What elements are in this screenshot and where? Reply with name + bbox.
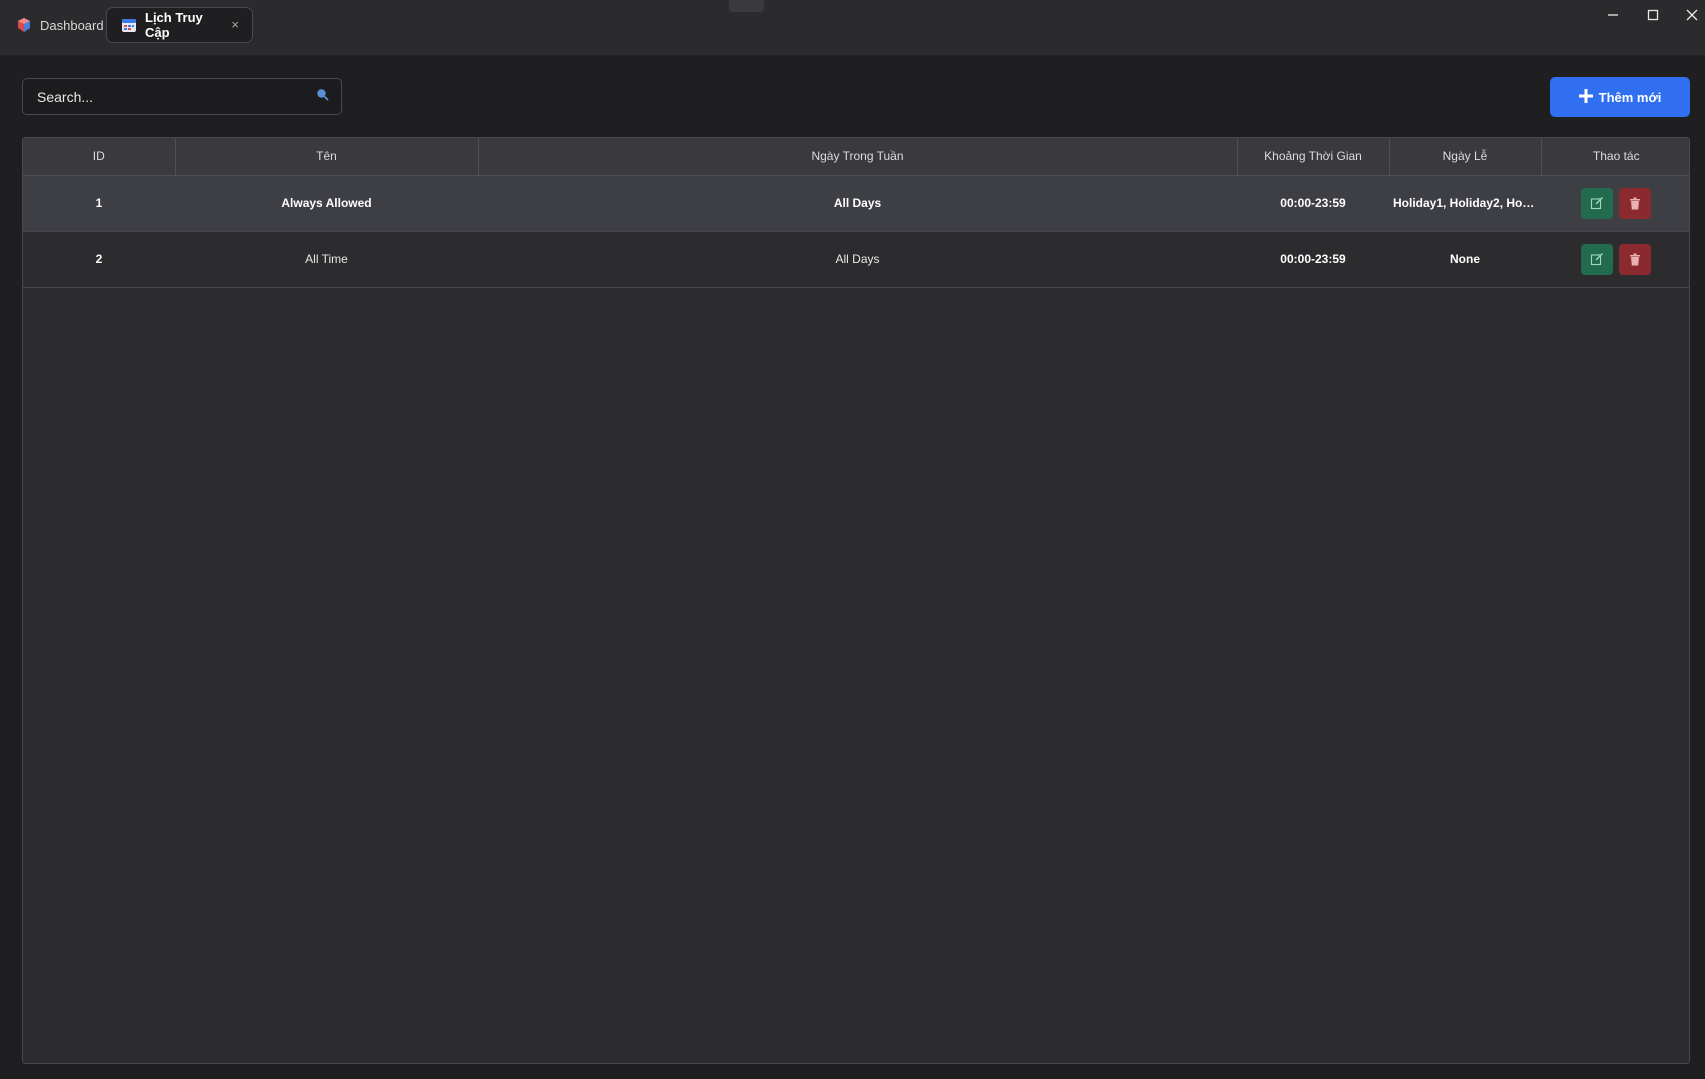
edit-icon — [1590, 253, 1603, 266]
close-icon — [1686, 9, 1698, 21]
cell-weekdays: All Days — [835, 252, 880, 266]
cell-actions — [1541, 175, 1689, 231]
tab-dashboard-label: Dashboard — [40, 17, 104, 33]
app-logo-icon — [16, 17, 32, 33]
column-header-name[interactable]: Tên — [175, 138, 479, 176]
trash-icon — [1630, 253, 1640, 265]
column-header-id[interactable]: ID — [23, 138, 176, 176]
search-box — [22, 78, 342, 115]
column-header-holidays[interactable]: Ngày Lễ — [1389, 138, 1542, 176]
column-header-weekdays[interactable]: Ngày Trong Tuần — [478, 138, 1238, 176]
tab-lich-truy-cap[interactable]: Lịch Truy Cập × — [106, 7, 253, 43]
trash-icon — [1630, 197, 1640, 209]
maximize-button[interactable] — [1638, 4, 1668, 26]
cell-name: All Time — [305, 252, 348, 266]
plus-icon — [1578, 88, 1593, 106]
edit-icon — [1590, 197, 1603, 210]
add-new-button[interactable]: Thêm mới — [1550, 77, 1690, 117]
delete-button[interactable] — [1619, 243, 1651, 275]
cell-time-range: 00:00-23:59 — [1280, 252, 1346, 266]
cell-weekdays: All Days — [833, 196, 882, 210]
search-input[interactable] — [37, 88, 316, 105]
column-header-time-range[interactable]: Khoảng Thời Gian — [1237, 138, 1390, 176]
title-bar: Dashboard Lịch Truy Cập × — [0, 0, 1705, 56]
delete-button[interactable] — [1619, 187, 1651, 219]
table-row[interactable]: 2 All Time All Days 00:00-23:59 None — [23, 231, 1689, 287]
cell-holidays: Holiday1, Holiday2, Holid... — [1393, 196, 1541, 210]
minimize-button[interactable] — [1598, 4, 1628, 26]
tab-dashboard[interactable]: Dashboard — [12, 7, 112, 43]
search-icon[interactable] — [316, 88, 329, 106]
close-window-button[interactable] — [1677, 4, 1705, 26]
table-row[interactable]: 1 Always Allowed All Days 00:00-23:59 Ho… — [23, 175, 1689, 231]
schedule-table: ID Tên Ngày Trong Tuần Khoảng Thời Gian … — [22, 137, 1690, 1064]
cell-holidays: None — [1450, 252, 1480, 266]
minimize-icon — [1608, 14, 1618, 16]
add-new-label: Thêm mới — [1598, 89, 1662, 105]
cell-time-range: 00:00-23:59 — [1280, 196, 1346, 210]
edit-button[interactable] — [1581, 187, 1613, 219]
maximize-icon — [1647, 9, 1659, 21]
drag-handle[interactable] — [729, 0, 764, 12]
cell-id: 2 — [95, 252, 103, 266]
calendar-icon — [121, 17, 137, 33]
table-header-row: ID Tên Ngày Trong Tuần Khoảng Thời Gian … — [23, 138, 1689, 176]
cell-id: 1 — [95, 196, 103, 210]
cell-name: Always Allowed — [281, 196, 372, 210]
edit-button[interactable] — [1581, 243, 1613, 275]
column-header-actions: Thao tác — [1541, 138, 1689, 176]
cell-actions — [1541, 231, 1689, 287]
tab-close-icon[interactable]: × — [228, 18, 242, 32]
tab-label: Lịch Truy Cập — [145, 10, 203, 40]
